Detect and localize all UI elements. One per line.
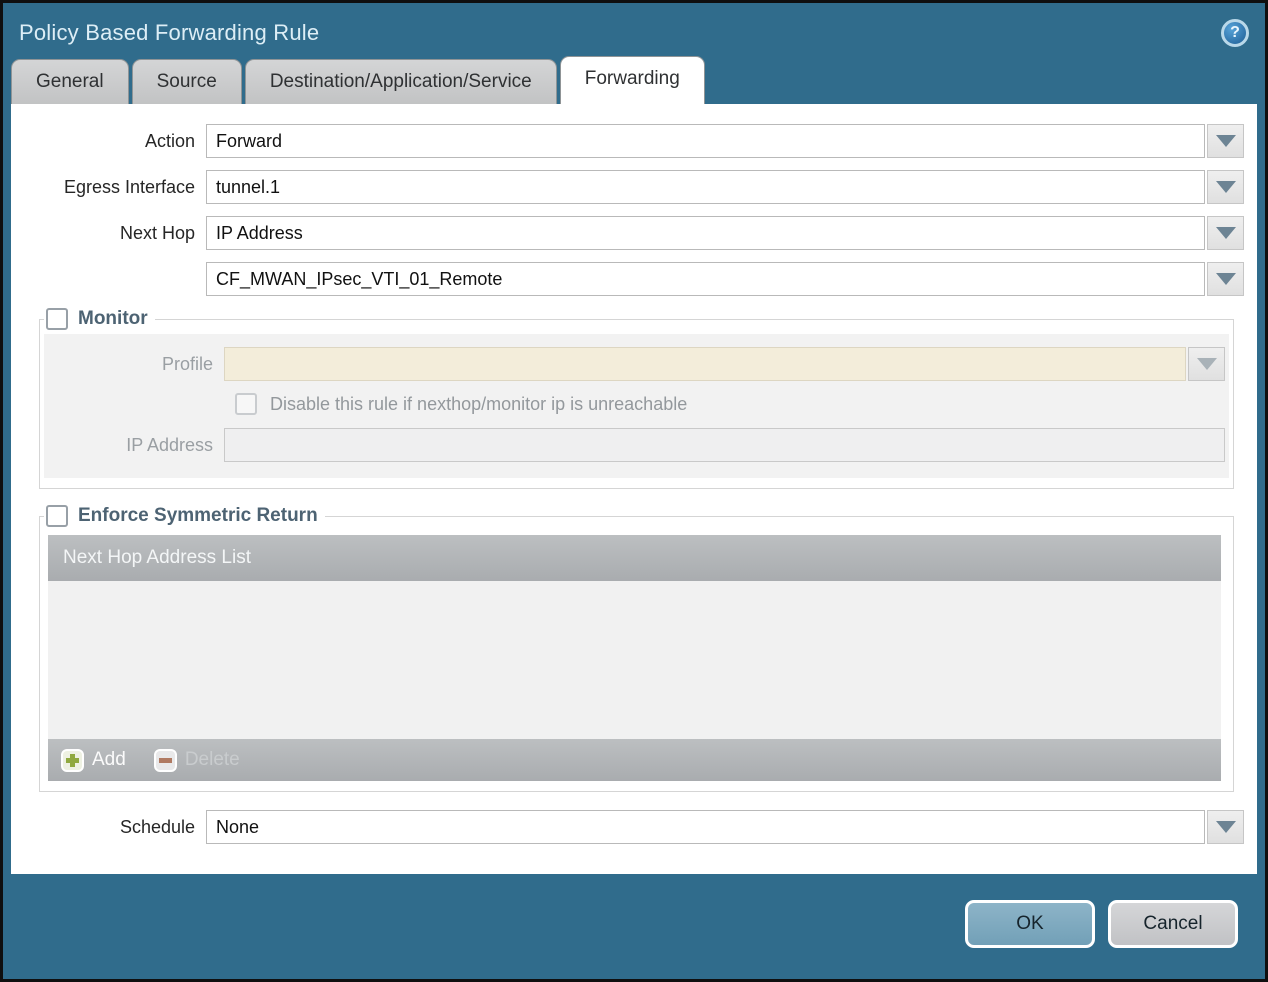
tab-bar: General Source Destination/Application/S… xyxy=(3,55,1265,104)
tab-source[interactable]: Source xyxy=(131,59,242,104)
enforce-symmetric-return-section: Enforce Symmetric Return Next Hop Addres… xyxy=(39,505,1234,792)
schedule-label: Schedule xyxy=(119,816,195,837)
table-toolbar: Add Delete xyxy=(48,739,1221,781)
policy-based-forwarding-dialog: Policy Based Forwarding Rule ? General S… xyxy=(0,0,1268,982)
egress-interface-combo xyxy=(206,170,1244,204)
next-hop-address-combo xyxy=(206,262,1244,296)
next-hop-address-row xyxy=(14,262,1244,296)
schedule-input[interactable] xyxy=(206,810,1205,844)
egress-interface-label: Egress Interface xyxy=(63,176,195,197)
dialog-footer: OK Cancel xyxy=(3,874,1265,948)
egress-interface-input[interactable] xyxy=(206,170,1205,204)
action-dropdown-button[interactable] xyxy=(1207,124,1244,158)
profile-row: Profile xyxy=(44,347,1225,381)
chevron-down-icon xyxy=(1215,135,1236,147)
add-button-label: Add xyxy=(92,749,126,770)
profile-combo xyxy=(224,347,1225,381)
next-hop-type-dropdown-button[interactable] xyxy=(1207,216,1244,250)
monitor-ip-input[interactable] xyxy=(224,428,1225,462)
tab-forwarding[interactable]: Forwarding xyxy=(559,56,705,104)
disable-rule-checkbox[interactable] xyxy=(235,393,257,415)
title-bar: Policy Based Forwarding Rule ? xyxy=(3,3,1265,55)
add-button[interactable]: Add xyxy=(61,748,126,772)
monitor-checkbox[interactable] xyxy=(46,308,68,330)
monitor-legend: Monitor xyxy=(44,308,155,330)
delete-button-label: Delete xyxy=(184,749,240,770)
next-hop-type-combo xyxy=(206,216,1244,250)
next-hop-address-list-column-header: Next Hop Address List xyxy=(63,547,251,568)
egress-interface-row: Egress Interface xyxy=(14,170,1244,204)
action-label: Action xyxy=(144,130,195,151)
ok-button[interactable]: OK xyxy=(965,900,1095,948)
next-hop-row: Next Hop xyxy=(14,216,1244,250)
monitor-panel: Profile Disable this rule if nexthop/mon… xyxy=(44,334,1229,478)
chevron-down-icon xyxy=(1196,358,1217,370)
forwarding-tab-panel: Action Egress Interface Next Hop xyxy=(11,104,1257,874)
monitor-ip-label: IP Address xyxy=(126,434,213,455)
delete-icon xyxy=(153,748,177,772)
chevron-down-icon xyxy=(1215,227,1236,239)
delete-button[interactable]: Delete xyxy=(153,748,240,772)
add-icon xyxy=(61,748,84,772)
next-hop-address-table: Next Hop Address List Add Delete xyxy=(48,535,1221,781)
enforce-symmetric-return-checkbox[interactable] xyxy=(46,505,68,527)
chevron-down-icon xyxy=(1215,821,1236,833)
disable-rule-row: Disable this rule if nexthop/monitor ip … xyxy=(235,393,1225,415)
enforce-symmetric-return-legend: Enforce Symmetric Return xyxy=(44,505,325,527)
table-header: Next Hop Address List xyxy=(48,535,1221,581)
next-hop-address-dropdown-button[interactable] xyxy=(1207,262,1244,296)
tab-general[interactable]: General xyxy=(11,59,129,104)
dialog-title: Policy Based Forwarding Rule xyxy=(19,20,320,45)
action-combo xyxy=(206,124,1244,158)
next-hop-label: Next Hop xyxy=(119,222,195,243)
next-hop-type-input[interactable] xyxy=(206,216,1205,250)
disable-rule-label: Disable this rule if nexthop/monitor ip … xyxy=(270,393,688,414)
chevron-down-icon xyxy=(1215,181,1236,193)
chevron-down-icon xyxy=(1215,273,1236,285)
egress-interface-dropdown-button[interactable] xyxy=(1207,170,1244,204)
cancel-button[interactable]: Cancel xyxy=(1108,900,1238,948)
enforce-symmetric-return-title: Enforce Symmetric Return xyxy=(78,505,318,526)
action-row: Action xyxy=(14,124,1244,158)
profile-label: Profile xyxy=(161,353,213,374)
table-body xyxy=(48,581,1221,739)
schedule-row: Schedule xyxy=(14,810,1244,844)
schedule-dropdown-button[interactable] xyxy=(1207,810,1244,844)
action-input[interactable] xyxy=(206,124,1205,158)
schedule-combo xyxy=(206,810,1244,844)
tab-destination-application-service[interactable]: Destination/Application/Service xyxy=(244,59,557,104)
next-hop-address-input[interactable] xyxy=(206,262,1205,296)
monitor-section: Monitor Profile Disable this rule if nex… xyxy=(39,308,1234,489)
help-icon[interactable]: ? xyxy=(1221,19,1249,47)
monitor-ip-row: IP Address xyxy=(44,428,1225,462)
monitor-section-title: Monitor xyxy=(78,308,148,329)
profile-dropdown-button[interactable] xyxy=(1188,347,1225,381)
profile-input[interactable] xyxy=(224,347,1186,381)
